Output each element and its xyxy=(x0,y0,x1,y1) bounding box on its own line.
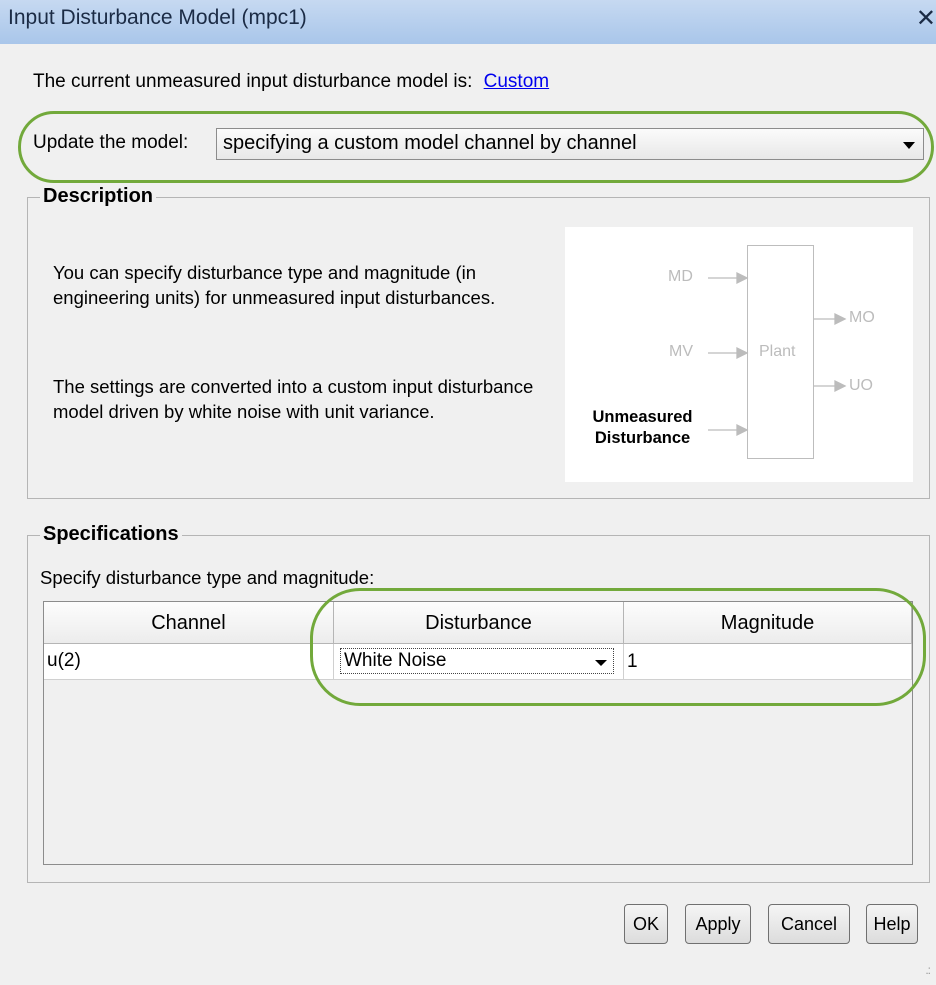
unmeasured-line: Unmeasured xyxy=(592,408,693,426)
magnitude-input[interactable] xyxy=(624,644,911,679)
uo-label: UO xyxy=(849,377,873,394)
column-header-magnitude[interactable]: Magnitude xyxy=(624,602,912,644)
disturbance-type-value: White Noise xyxy=(344,650,447,671)
mo-label: MO xyxy=(849,309,875,326)
mv-label: MV xyxy=(669,343,693,360)
input-disturbance-dialog: Input Disturbance Model (mpc1) ✕ The cur… xyxy=(0,0,936,985)
unmeasured-disturbance-label: Unmeasured Disturbance xyxy=(585,407,700,449)
table-cell-disturbance: White Noise xyxy=(334,644,624,680)
chevron-down-icon xyxy=(595,660,607,666)
chevron-down-icon xyxy=(903,142,915,149)
disturbance-type-dropdown[interactable]: White Noise xyxy=(340,648,614,674)
specifications-prompt: Specify disturbance type and magnitude: xyxy=(40,567,375,588)
current-model-text: The current unmeasured input disturbance… xyxy=(33,71,473,92)
plant-diagram: MD MV Plant MO UO Unmeasured Disturbance xyxy=(565,227,913,482)
update-model-selected: specifying a custom model channel by cha… xyxy=(223,132,637,154)
current-model-line: The current unmeasured input disturbance… xyxy=(33,71,549,93)
custom-model-link[interactable]: Custom xyxy=(484,71,549,92)
plant-label: Plant xyxy=(759,343,796,360)
table-cell-channel: u(2) xyxy=(44,644,334,680)
disturbance-line: Disturbance xyxy=(594,429,691,447)
table-cell-magnitude xyxy=(624,644,912,680)
update-model-dropdown[interactable]: specifying a custom model channel by cha… xyxy=(216,128,924,160)
ok-button[interactable]: OK xyxy=(624,904,668,944)
help-button[interactable]: Help xyxy=(866,904,918,944)
cancel-button[interactable]: Cancel xyxy=(768,904,850,944)
specifications-title: Specifications xyxy=(40,523,182,546)
title-bar: Input Disturbance Model (mpc1) ✕ xyxy=(0,0,936,44)
description-title: Description xyxy=(40,185,157,208)
column-header-channel[interactable]: Channel xyxy=(44,602,334,644)
description-paragraph-1: You can specify disturbance type and mag… xyxy=(53,262,496,308)
md-label: MD xyxy=(668,268,693,285)
window-title: Input Disturbance Model (mpc1) xyxy=(8,6,307,29)
column-header-disturbance[interactable]: Disturbance xyxy=(334,602,624,644)
apply-button[interactable]: Apply xyxy=(685,904,751,944)
update-model-label: Update the model: xyxy=(33,132,189,153)
disturbance-table: Channel Disturbance Magnitude u(2) White… xyxy=(43,601,913,865)
close-icon[interactable]: ✕ xyxy=(916,4,936,33)
description-paragraph-2: The settings are converted into a custom… xyxy=(53,376,534,422)
resize-grip-icon[interactable]: .: xyxy=(925,963,931,977)
